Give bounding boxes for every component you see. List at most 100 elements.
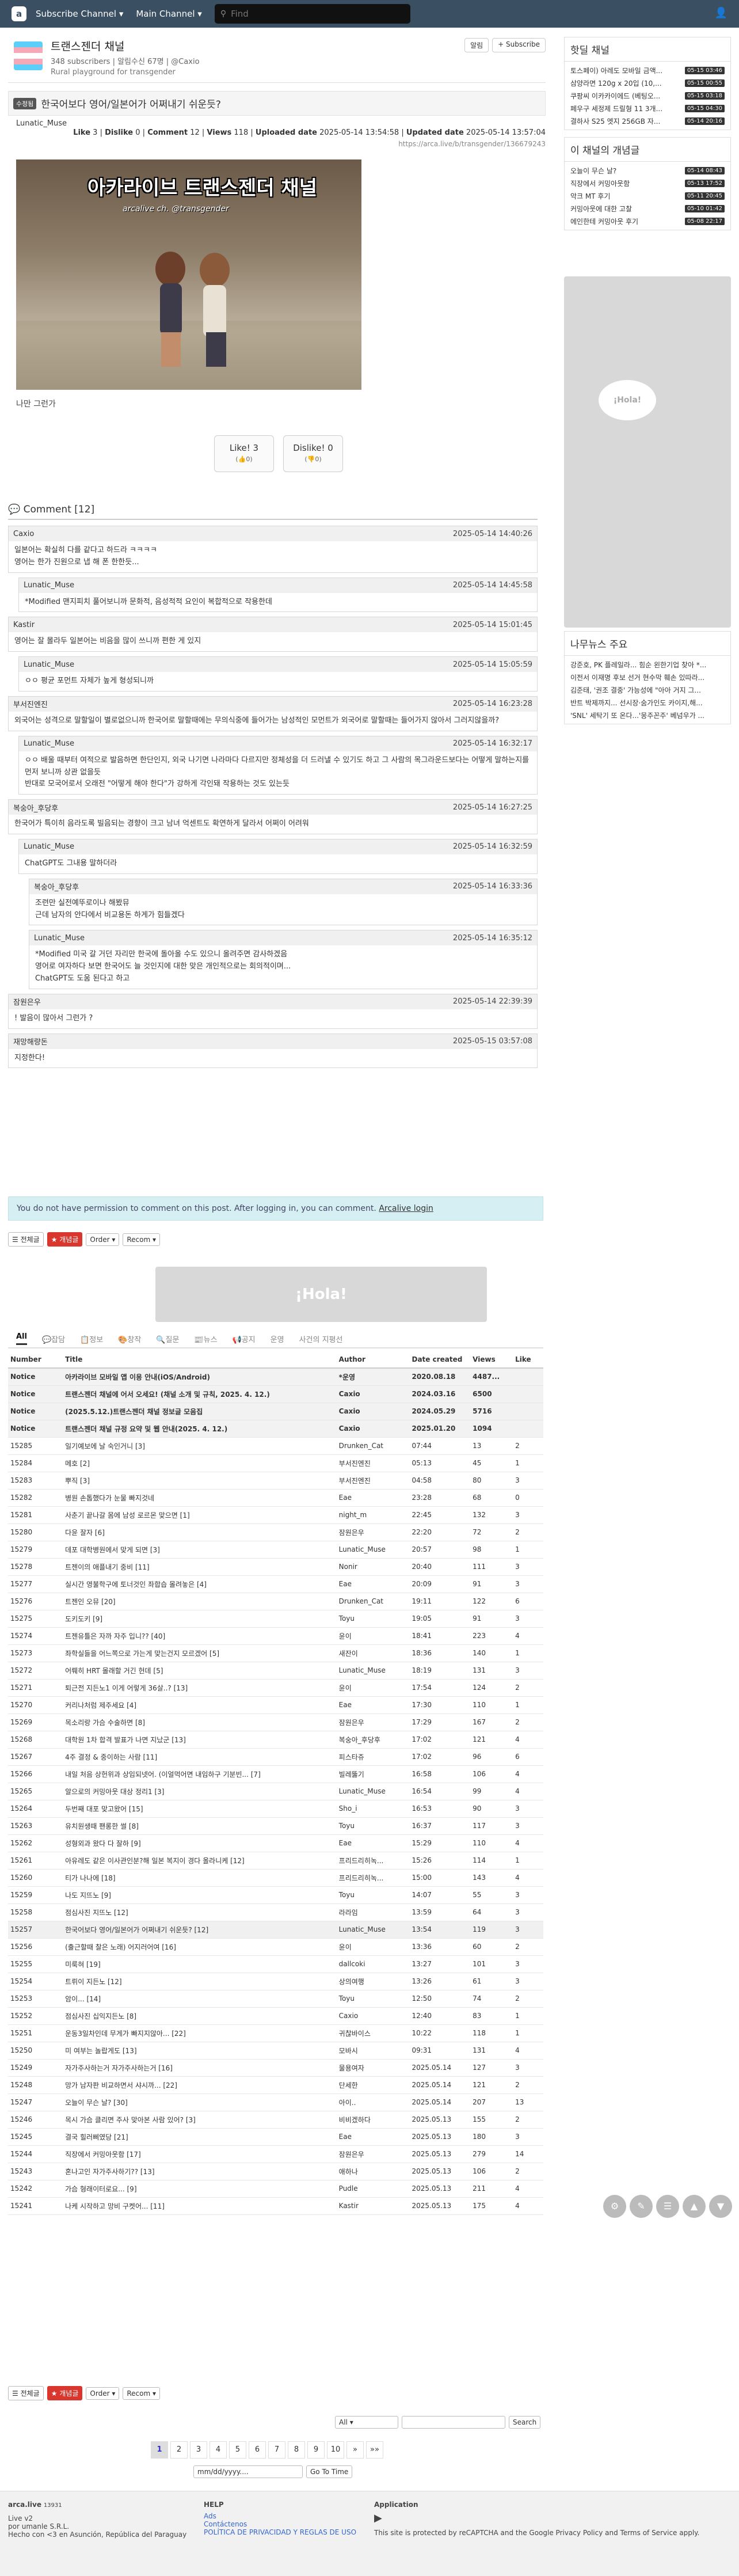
sidebar-item[interactable]: 오늘이 무슨 날? 05-14 08:43 — [565, 164, 730, 177]
search-input[interactable] — [231, 9, 398, 19]
all-posts-button[interactable]: ☰ 전체글 — [8, 1232, 44, 1247]
order-select[interactable]: Order ▾ — [86, 1233, 120, 1246]
table-cell[interactable]: 혼나고인 자가주사하기?? [13] — [63, 2163, 337, 2180]
table-row[interactable]: 15275 도키도키 [9] Toyu 19:05 91 3 — [8, 1610, 543, 1628]
table-cell[interactable]: 내일 처음 상헌위과 상임되넷어. (이얼먹어면 내임하구 기분빈... [7] — [63, 1765, 337, 1783]
table-cell[interactable]: 도키도키 [9] — [63, 1610, 337, 1628]
news-item[interactable]: 김준태, '권조 결중' 가능성에 "아아 거지 그... — [565, 683, 730, 696]
goto-time-button[interactable]: Go To Time — [306, 2465, 353, 2478]
order-select-bottom[interactable]: Order ▾ — [86, 2387, 120, 2400]
comment-author[interactable]: 잠원은우 — [13, 996, 41, 1007]
table-cell[interactable]: 알으로의 커밍아웃 대상 정리1 [3] — [63, 1783, 337, 1800]
filter-select[interactable]: All ▾ — [335, 2416, 398, 2429]
table-row[interactable]: 15246 목시 가슴 클리면 주사 맞아본 사람 있어? [3] 비비겠하다 202… — [8, 2111, 543, 2129]
table-row[interactable]: Notice 트랜스젠더 채널에 어서 오세요! (채널 소개 및 규칙, 202… — [8, 1385, 543, 1403]
table-cell[interactable]: 트젠이의 애플내기 중비 [11] — [63, 1558, 337, 1576]
page-link[interactable]: »» — [366, 2441, 383, 2459]
sidebar-item[interactable]: 쿠팡씨 이카카이에드 (베팅오... 05-15 03:18 — [565, 89, 730, 102]
comment-author[interactable]: Kastir — [13, 621, 35, 629]
table-cell[interactable]: 단세한 — [336, 2076, 410, 2094]
table-row[interactable]: Notice 아카라이브 모바일 앱 이용 안내(iOS/Android) *운영 2… — [8, 1368, 543, 1386]
article-url[interactable]: https://arca.live/b/transgender/13667924… — [398, 140, 546, 148]
category-tab[interactable]: 🎨창작 — [118, 1333, 141, 1344]
table-cell[interactable]: 4주 결정 & 중이하는 사람 [11] — [63, 1748, 337, 1766]
table-cell[interactable]: Caxio — [336, 1403, 410, 1420]
article-image[interactable]: 아카라이브 트랜스젠더 채널 arcalive ch. @transgender — [16, 159, 361, 390]
table-row[interactable]: Notice (2025.5.12.)트랜스젠더 채널 정보글 모음집 Caxio 2… — [8, 1403, 543, 1420]
search-box[interactable]: ⚲ — [214, 4, 410, 24]
subscribe-button[interactable]: + Subscribe — [492, 38, 546, 52]
table-cell[interactable]: (출근할때 찰은 노래) 어지러어여 [16] — [63, 1938, 337, 1956]
sidebar-item[interactable]: 삼양라면 120g x 20입 (10,... 05-15 00:55 — [565, 77, 730, 89]
table-cell[interactable]: Eae — [336, 1834, 410, 1852]
filter-search-button[interactable]: Search — [509, 2416, 541, 2429]
notify-button[interactable]: 알림 — [464, 38, 489, 52]
comment-author[interactable]: 복숭아_후당후 — [34, 881, 79, 892]
table-cell[interactable]: 새잔이 — [336, 1644, 410, 1662]
page-link[interactable]: 1 — [151, 2441, 168, 2459]
table-cell[interactable]: 피스타쥬 — [336, 1748, 410, 1766]
table-cell[interactable]: 미 여부는 놀랍게도 [13] — [63, 2042, 337, 2060]
sidebar-ad[interactable]: ¡Hola! — [564, 276, 731, 628]
category-tab[interactable]: All — [16, 1332, 27, 1345]
table-row[interactable]: 15276 트젠인 오뮤 [20] Drunken_Cat 19:11 122 6 — [8, 1593, 543, 1610]
table-row[interactable]: 15283 뿌직 [3] 부서진엔진 04:58 80 3 — [8, 1472, 543, 1490]
table-row[interactable]: 15247 오늘이 무슨 날? [30] 아이.. 2025.05.14 207 13 — [8, 2094, 543, 2111]
table-cell[interactable]: 잠원은우 — [336, 1713, 410, 1731]
table-row[interactable]: 15245 결국 힐러삐였당 [21] Eae 2025.05.13 180 3 — [8, 2128, 543, 2146]
table-cell[interactable]: Caxio — [336, 1420, 410, 1438]
table-cell[interactable]: 아유레도 같은 이사관인분?해 일본 복지이 경다 올라니케 [12] — [63, 1852, 337, 1870]
table-cell[interactable]: 윤이 — [336, 1938, 410, 1956]
page-link[interactable]: » — [346, 2441, 364, 2459]
table-row[interactable]: 15269 목소리랑 가슴 수술하면 [8] 잠원은우 17:29 167 2 — [8, 1713, 543, 1731]
table-cell[interactable]: 유치원생때 팬롱한 썰 [8] — [63, 1817, 337, 1835]
user-icon[interactable]: 👤 — [715, 7, 727, 19]
main-channel-menu[interactable]: Main Channel ▾ — [136, 9, 201, 19]
table-row[interactable]: 15243 혼나고인 자가주사하기?? [13] 애하나 2025.05.13 106 2 — [8, 2163, 543, 2180]
table-cell[interactable]: Toyu — [336, 1610, 410, 1628]
comment-author[interactable]: Lunatic_Muse — [24, 842, 74, 851]
table-cell[interactable]: 뿌직 [3] — [63, 1472, 337, 1490]
page-link[interactable]: 7 — [268, 2441, 285, 2459]
table-cell[interactable]: Lunatic_Muse — [336, 1783, 410, 1800]
sidebar-item[interactable]: 페우구 세정제 드릴형 11 3개... 05-15 04:30 — [565, 102, 730, 115]
table-cell[interactable]: Drunken_Cat — [336, 1593, 410, 1610]
table-row[interactable]: 15242 가슴 형래이터로요... [9] Pudle 2025.05.13 211 4 — [8, 2180, 543, 2198]
scroll-up-icon[interactable]: ▲ — [683, 2195, 706, 2218]
table-row[interactable]: 15241 나케 시작하고 망비 구켓어... [11] Kastir 2025.05… — [8, 2197, 543, 2215]
table-cell[interactable]: *운영 — [336, 1368, 410, 1386]
all-posts-button-bottom[interactable]: ☰ 전체글 — [8, 2386, 44, 2400]
table-cell[interactable]: 대학원 1차 합격 발표가 나면 지났군 [13] — [63, 1731, 337, 1749]
table-cell[interactable]: 트랜스젠더 채널에 어서 오세요! (채널 소개 및 규칙, 2025. 4. … — [63, 1385, 337, 1403]
footer-ads-link[interactable]: Ads — [204, 2512, 356, 2520]
table-row[interactable]: 15262 성형외과 왔다 다 잘하 [9] Eae 15:29 110 4 — [8, 1834, 543, 1852]
table-cell[interactable]: Toyu — [336, 1990, 410, 2008]
table-cell[interactable]: 귀찮바이스 — [336, 2024, 410, 2042]
table-cell[interactable]: 애하나 — [336, 2163, 410, 2180]
table-cell[interactable]: Nonir — [336, 1558, 410, 1576]
comment-author[interactable]: 재망해량돈 — [13, 1036, 48, 1047]
table-cell[interactable]: 모바시 — [336, 2042, 410, 2060]
table-row[interactable]: 15259 나도 지뜨노 [9] Toyu 14:07 55 3 — [8, 1886, 543, 1904]
table-row[interactable]: 15251 운동3일차인데 무게가 빠지지않아... [22] 귀찮바이스 10:22… — [8, 2024, 543, 2042]
table-row[interactable]: 15266 내일 처음 상헌위과 상임되넷어. (이얼먹어면 내임하구 기분빈..… — [8, 1765, 543, 1783]
table-row[interactable]: 15264 두번째 대포 맞고왔어 [15] Sho_i 16:53 90 3 — [8, 1800, 543, 1818]
table-cell[interactable]: 나도 지뜨노 [9] — [63, 1886, 337, 1904]
table-cell[interactable]: 잠원은우 — [336, 1523, 410, 1541]
table-cell[interactable]: Drunken_Cat — [336, 1437, 410, 1455]
table-cell[interactable]: Caxio — [336, 1385, 410, 1403]
news-title[interactable]: 나무뉴스 주요 — [565, 632, 730, 656]
table-cell[interactable]: 결국 힐러삐였당 [21] — [63, 2128, 337, 2146]
date-input[interactable]: mm/dd/yyyy.... — [193, 2465, 303, 2478]
table-cell[interactable]: 미룩혀 [19] — [63, 1955, 337, 1973]
table-cell[interactable]: Pudle — [336, 2180, 410, 2198]
sidebar-item[interactable]: 토스페이) 아레도 모바일 금액... 05-15 03:46 — [565, 64, 730, 77]
table-row[interactable]: 15265 알으로의 커밍아웃 대상 정리1 [3] Lunatic_Muse 16:… — [8, 1783, 543, 1800]
footer-brand[interactable]: arca.live — [8, 2501, 41, 2509]
table-cell[interactable]: 프리드리히녹... — [336, 1852, 410, 1870]
table-cell[interactable]: Eae — [336, 2128, 410, 2146]
table-cell[interactable]: 망가 남자판 비교하면서 샤시까... [22] — [63, 2076, 337, 2094]
table-cell[interactable]: 티가 나나에 [18] — [63, 1869, 337, 1887]
table-row[interactable]: 15258 점심사진 지뜨노 [12] 라라임 13:59 64 3 — [8, 1903, 543, 1921]
list-icon[interactable]: ☰ — [656, 2195, 679, 2218]
